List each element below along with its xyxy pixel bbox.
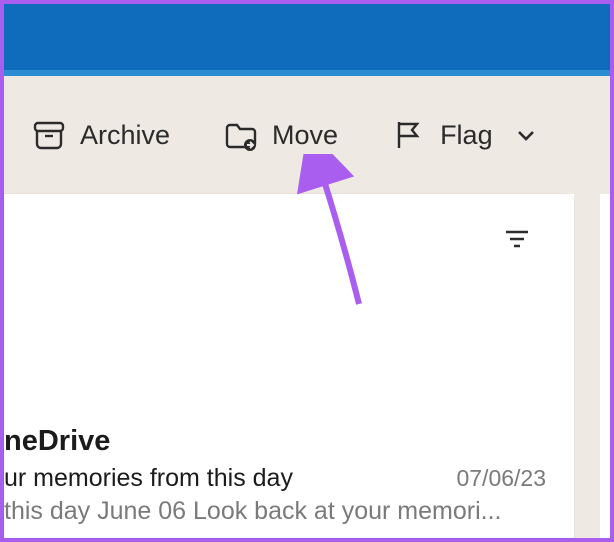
chevron-down-icon[interactable]: [515, 124, 537, 146]
message-preview: this day June 06 Look back at your memor…: [4, 497, 546, 526]
folder-move-icon: [224, 118, 258, 152]
message-sender: neDrive: [4, 425, 546, 458]
move-label: Move: [272, 120, 338, 151]
message-subject: ur memories from this day: [4, 464, 293, 493]
filter-icon[interactable]: [502, 224, 532, 259]
reading-pane-peek: [600, 194, 610, 538]
archive-icon: [32, 118, 66, 152]
message-date: 07/06/23: [456, 465, 546, 492]
flag-label: Flag: [440, 120, 493, 151]
archive-label: Archive: [80, 120, 170, 151]
message-list-pane: neDrive ur memories from this day 07/06/…: [4, 194, 574, 538]
flag-button[interactable]: Flag: [392, 118, 537, 152]
flag-icon: [392, 118, 426, 152]
toolbar: Archive Move Flag: [4, 76, 610, 194]
archive-button[interactable]: Archive: [32, 118, 170, 152]
message-item[interactable]: neDrive ur memories from this day 07/06/…: [4, 425, 546, 526]
window-titlebar: [4, 4, 610, 76]
move-button[interactable]: Move: [224, 118, 338, 152]
